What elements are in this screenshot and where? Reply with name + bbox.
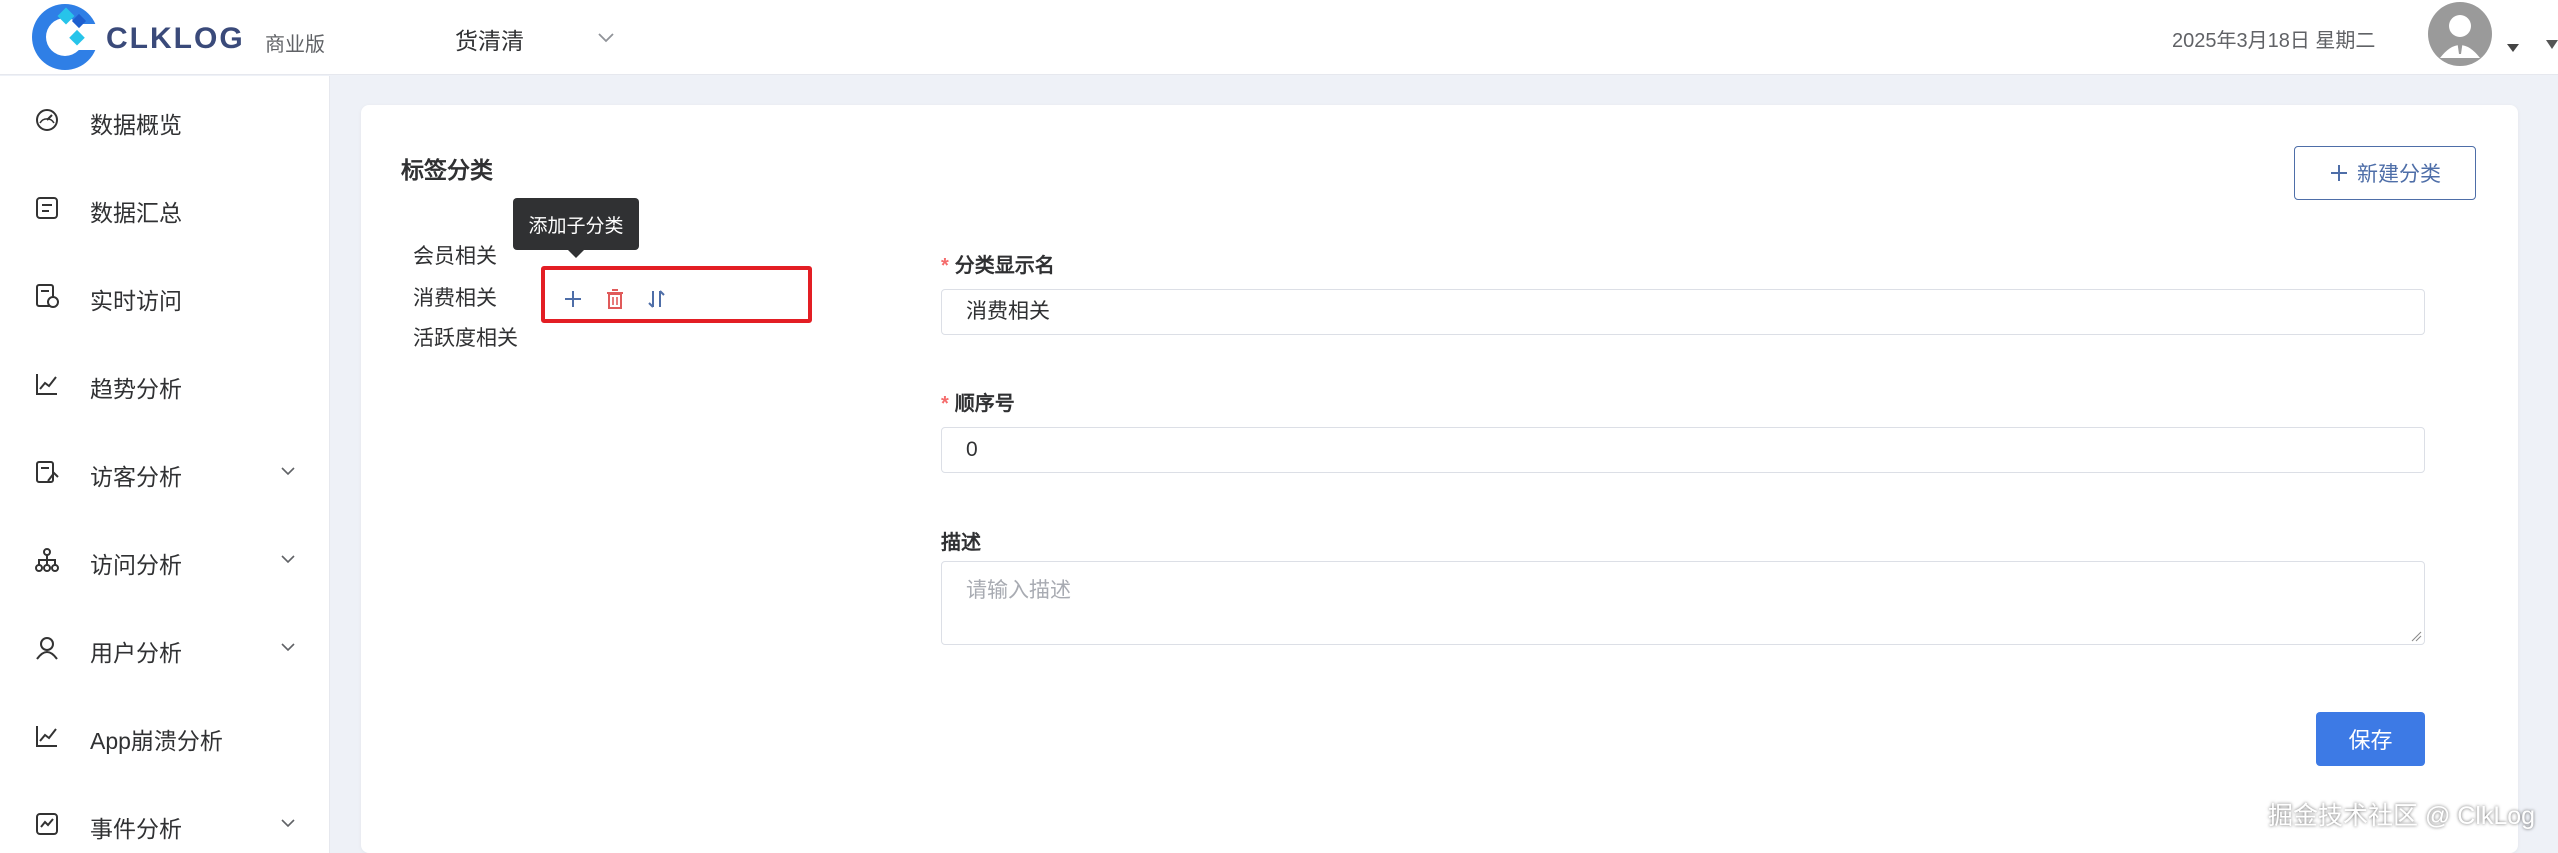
sidebar-item-label: 数据汇总 [90,200,182,226]
sidebar-item-user[interactable]: 用户分析 [0,604,330,692]
user-icon [36,637,58,660]
access-icon [35,548,59,572]
page-title: 标签分类 [401,157,493,183]
sidebar-item-overview[interactable]: 数据概览 [0,76,330,164]
highlight-annotation [541,266,812,323]
sidebar-item-visitor[interactable]: 访客分析 [0,428,330,516]
sidebar-item-app-crash[interactable]: App崩溃分析 [0,692,330,780]
scroll-arrow-icon[interactable] [2546,40,2558,49]
sidebar-item-label: App崩溃分析 [90,728,223,754]
edition-label: 商业版 [265,34,325,56]
new-category-button[interactable]: 新建分类 [2294,146,2476,200]
chevron-down-icon [281,467,295,476]
dashboard-icon [36,109,58,131]
top-header: CLKLOG 商业版 货清清 2025年3月18日 星期二 [0,0,2558,75]
sidebar-item-label: 访客分析 [90,464,182,490]
add-child-tooltip: 添加子分类 [513,198,639,250]
chevron-down-icon[interactable] [595,26,617,48]
visitor-icon [36,461,59,483]
sidebar: 数据概览 数据汇总 实时访问 趋势分析 访客分析 访问分析 用户分析 App崩溃… [0,76,330,853]
user-avatar[interactable] [2428,2,2492,66]
project-selector[interactable]: 货清清 [455,22,524,56]
sidebar-item-label: 访问分析 [90,552,182,578]
sidebar-item-access[interactable]: 访问分析 [0,516,330,604]
sidebar-item-label: 用户分析 [90,640,182,666]
tree-node-member[interactable]: 会员相关 [413,239,497,275]
tree-node-activity[interactable]: 活跃度相关 [413,321,518,357]
name-field-label: * 分类显示名 [941,255,1055,277]
plus-icon [2331,165,2347,181]
desc-field-label: 描述 [941,532,981,554]
sidebar-item-label: 数据概览 [90,112,182,138]
sidebar-item-label: 事件分析 [90,816,182,842]
name-input[interactable]: 消费相关 [941,289,2425,335]
sidebar-item-label: 趋势分析 [90,376,182,402]
sidebar-item-event[interactable]: 事件分析 [0,780,330,853]
sidebar-item-summary[interactable]: 数据汇总 [0,164,330,252]
tag-category-card: 标签分类 新建分类 会员相关 消费相关 活跃度相关 * 分类显示名 消费相关 * 顺… [361,105,2518,853]
chevron-down-icon [281,555,295,564]
crash-chart-icon [36,726,57,747]
description-textarea[interactable]: 请输入描述 [941,561,2425,645]
chevron-down-icon [281,819,295,828]
user-icon [2440,15,2480,58]
order-field-label: * 顺序号 [941,393,1015,415]
chevron-down-icon [281,643,295,652]
new-category-label: 新建分类 [2357,163,2441,186]
trend-icon [36,374,57,395]
realtime-icon [36,284,59,308]
current-date: 2025年3月18日 星期二 [2172,30,2376,52]
watermark: 掘金技术社区 @ ClkLog [2268,802,2536,830]
sidebar-item-trend[interactable]: 趋势分析 [0,340,330,428]
clklog-logo[interactable] [30,2,100,72]
order-input[interactable]: 0 [941,427,2425,473]
sidebar-item-label: 实时访问 [90,288,182,314]
avatar-caret-icon[interactable] [2507,44,2519,52]
resize-grip-icon[interactable] [2410,630,2422,642]
save-button[interactable]: 保存 [2316,712,2425,766]
event-icon [36,813,58,835]
tree-node-label: 消费相关 [413,287,497,310]
tooltip-arrow [568,250,584,258]
brand-name: CLKLOG [106,22,245,55]
sidebar-item-realtime[interactable]: 实时访问 [0,252,330,340]
report-icon [36,197,58,219]
